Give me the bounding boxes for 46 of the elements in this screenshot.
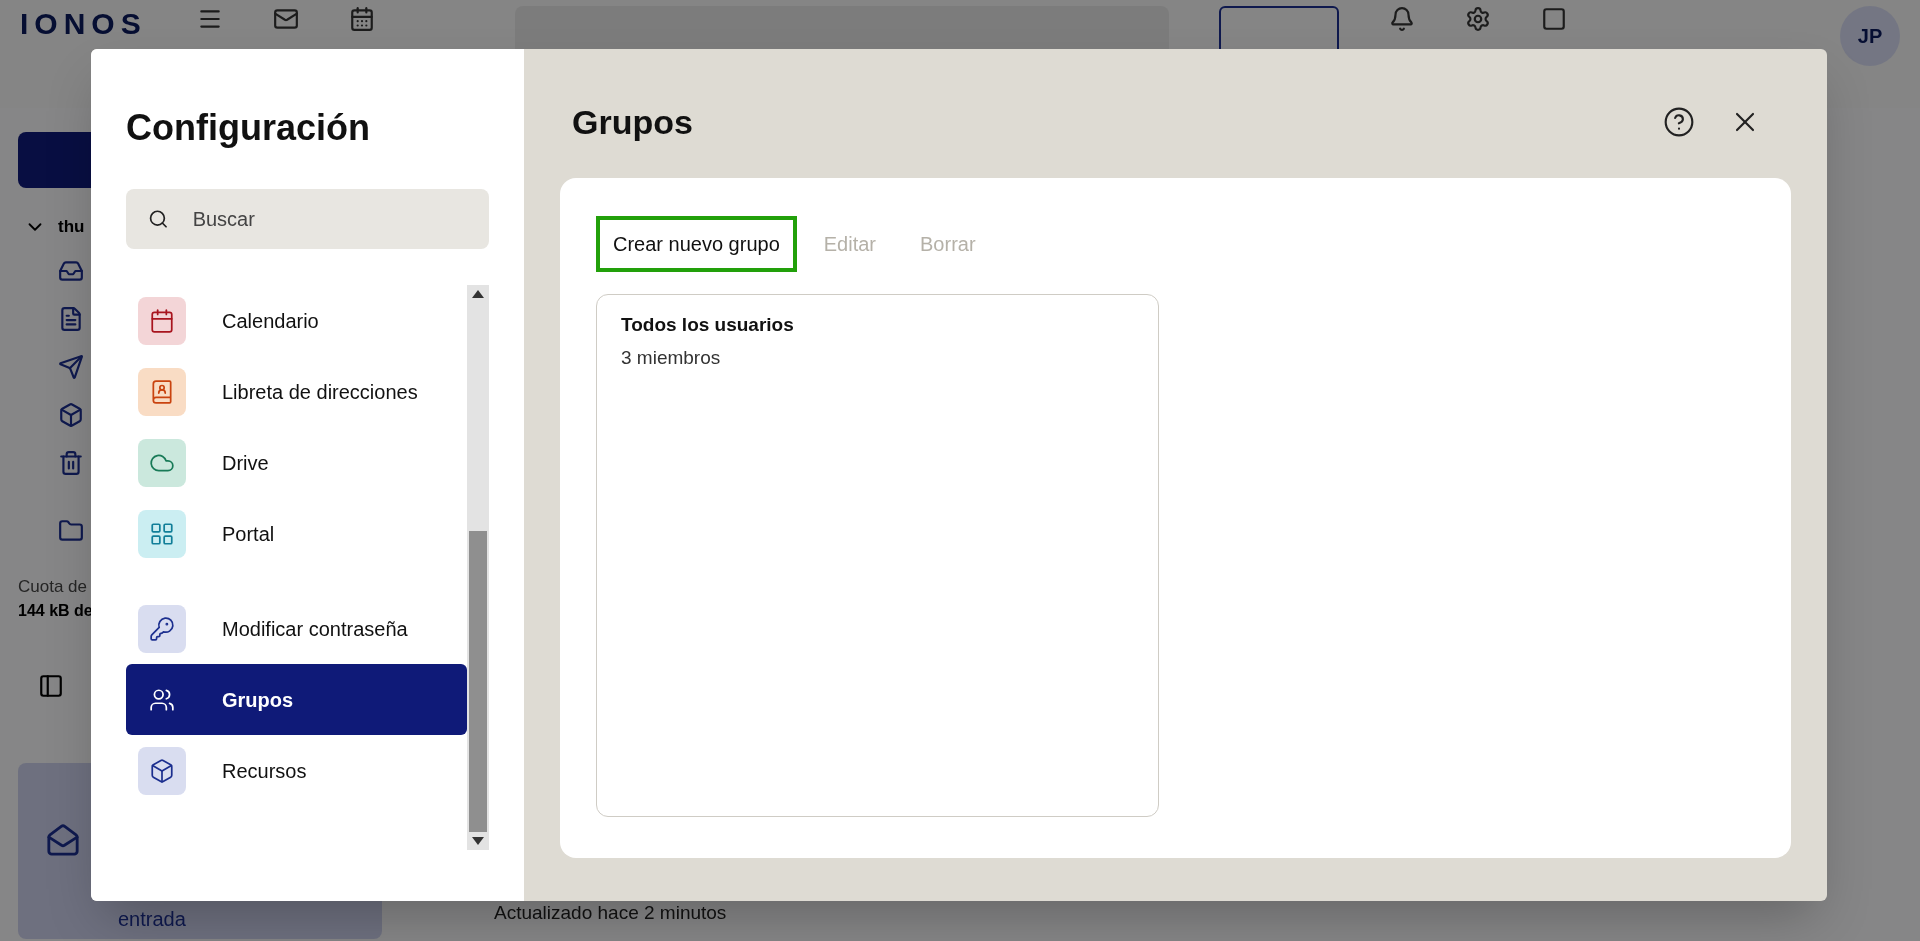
- settings-nav-item[interactable]: Recursos: [126, 735, 467, 806]
- settings-nav-item[interactable]: Libreta de direcciones: [126, 356, 467, 427]
- group-members: 3 miembros: [621, 345, 722, 370]
- nav-item-label: Calendario: [222, 308, 319, 334]
- nav-item-label: Libreta de direcciones: [222, 379, 418, 405]
- quota-label: Cuota de: [18, 575, 88, 598]
- folder-icon[interactable]: [58, 517, 84, 544]
- avatar[interactable]: JP: [1840, 6, 1900, 66]
- settings-nav-item[interactable]: Modificar contraseña: [126, 593, 467, 664]
- scrollbar-thumb[interactable]: [469, 531, 487, 832]
- quota-value: 144 kB de: [18, 601, 94, 621]
- settings-nav-item[interactable]: Calendario: [126, 285, 467, 356]
- nav-item-label: Grupos: [222, 687, 294, 713]
- nav-item-label: Recursos: [222, 758, 307, 784]
- scroll-up-icon[interactable]: [472, 290, 484, 298]
- dialog-title: Configuración: [126, 106, 371, 150]
- help-icon[interactable]: [1663, 106, 1695, 138]
- logo: IONOS: [20, 6, 147, 42]
- scrollbar[interactable]: [467, 285, 489, 850]
- section-title: Grupos: [572, 101, 693, 143]
- group-item[interactable]: Todos los usuarios 3 miembros: [621, 311, 1134, 372]
- group-name: Todos los usuarios: [621, 313, 795, 337]
- square-icon[interactable]: [1540, 6, 1567, 32]
- panel-icon[interactable]: [38, 673, 64, 699]
- nav-item-label: Modificar contraseña: [222, 616, 408, 642]
- mail-icon[interactable]: [272, 6, 299, 32]
- send-icon[interactable]: [58, 353, 84, 380]
- box-icon[interactable]: [58, 401, 84, 428]
- search-input[interactable]: Buscar: [192, 204, 467, 234]
- search-field[interactable]: Buscar: [126, 189, 489, 249]
- toolbar-button[interactable]: Crear nuevo grupo: [596, 216, 797, 272]
- promo-text: entrada: [118, 907, 187, 931]
- account-name[interactable]: thu: [58, 214, 85, 240]
- settings-nav-item[interactable]: Portal: [126, 498, 467, 569]
- nav-item-label: Drive: [222, 450, 269, 476]
- status-text: Actualizado hace 2 minutos: [494, 900, 727, 925]
- bell-icon[interactable]: [1388, 6, 1415, 32]
- document-icon[interactable]: [58, 305, 84, 332]
- scroll-down-icon[interactable]: [472, 837, 484, 845]
- settings-nav-item[interactable]: Grupos: [126, 664, 467, 735]
- settings-icon[interactable]: [1464, 6, 1491, 32]
- nav-item-label: Portal: [222, 521, 275, 547]
- trash-icon[interactable]: [58, 449, 84, 476]
- calendar-icon[interactable]: [348, 6, 375, 32]
- settings-nav-item[interactable]: Drive: [126, 427, 467, 498]
- envelope-icon: [46, 823, 80, 857]
